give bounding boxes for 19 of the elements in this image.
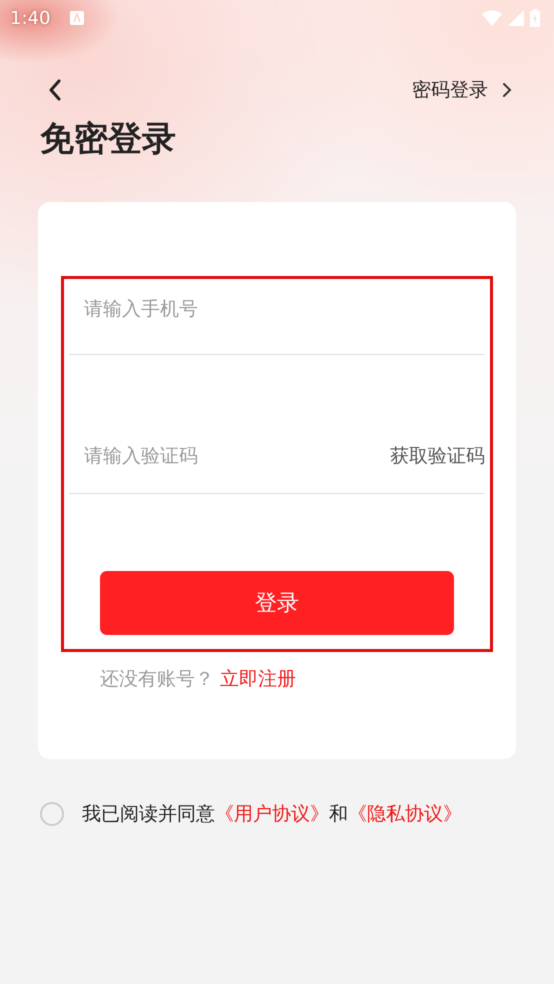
status-time: 1:40 bbox=[10, 8, 50, 28]
agreement-radio[interactable] bbox=[40, 802, 64, 826]
battery-icon bbox=[530, 9, 540, 27]
password-login-link[interactable]: 密码登录 bbox=[412, 77, 512, 103]
notification-icon bbox=[70, 11, 84, 25]
user-agreement-link[interactable]: 《用户协议》 bbox=[215, 803, 329, 825]
chevron-icon bbox=[502, 82, 512, 98]
wifi-icon bbox=[482, 10, 502, 26]
agreement-text: 我已阅读并同意《用户协议》和《隐私协议》 bbox=[82, 802, 462, 827]
register-prompt: 还没有账号？ bbox=[100, 668, 214, 690]
signal-icon bbox=[508, 10, 524, 26]
get-code-button[interactable]: 获取验证码 bbox=[390, 442, 485, 468]
page-title: 免密登录 bbox=[39, 118, 177, 161]
back-icon bbox=[48, 79, 62, 101]
privacy-policy-link[interactable]: 《隐私协议》 bbox=[348, 803, 462, 825]
login-button[interactable]: 登录 bbox=[100, 571, 454, 635]
register-link[interactable]: 立即注册 bbox=[220, 668, 296, 690]
code-input[interactable]: 请输入验证码 bbox=[69, 444, 390, 466]
phone-input[interactable]: 请输入手机号 bbox=[69, 298, 485, 320]
